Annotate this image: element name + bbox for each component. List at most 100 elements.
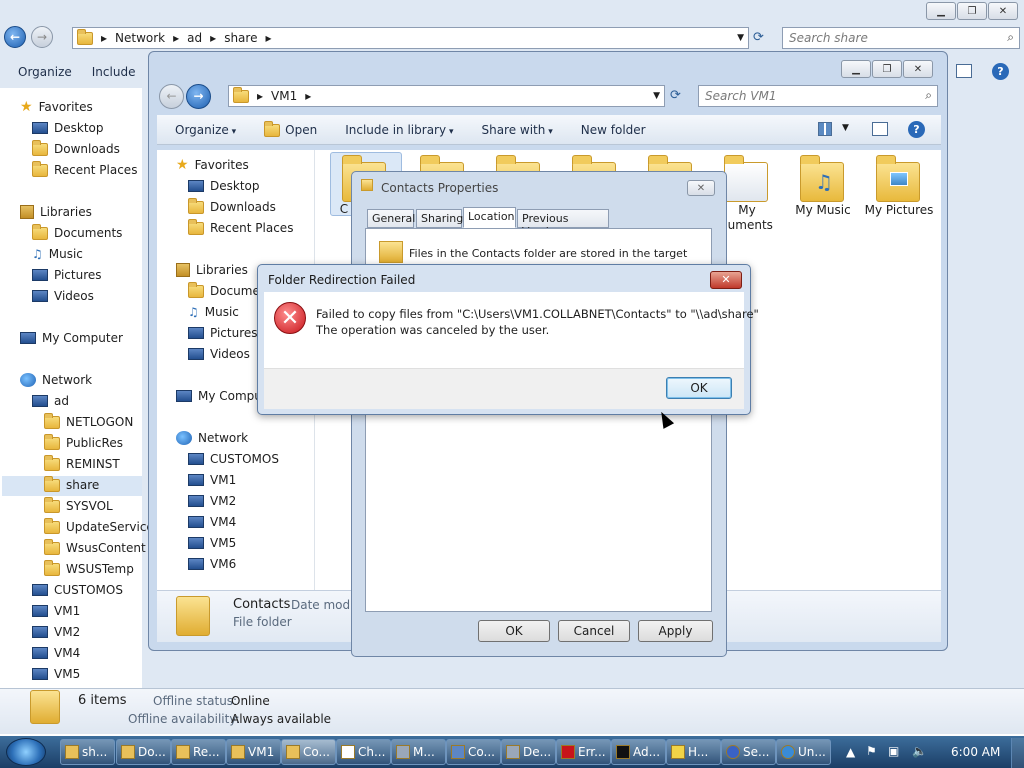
- nav-downloads[interactable]: Downloads: [210, 200, 276, 214]
- forward-icon[interactable]: →: [186, 84, 211, 109]
- preview-pane-icon[interactable]: [956, 64, 972, 78]
- nav-publicres[interactable]: PublicRes: [66, 436, 123, 450]
- task-vm1[interactable]: VM1: [226, 739, 281, 765]
- maximize-button[interactable]: ❐: [957, 2, 987, 20]
- nav-vm6[interactable]: VM6: [210, 557, 236, 571]
- task-share[interactable]: sh...: [60, 739, 115, 765]
- nav-music[interactable]: Music: [49, 247, 83, 261]
- nav-documents[interactable]: Documents: [54, 226, 122, 240]
- task-ad[interactable]: Ad...: [611, 739, 666, 765]
- nav-vm5[interactable]: VM5: [210, 536, 236, 550]
- nav-favorites[interactable]: Favorites: [39, 100, 93, 114]
- network-tray-icon[interactable]: ⚑: [866, 744, 877, 758]
- nav-vm4[interactable]: VM4: [54, 646, 80, 660]
- nav-desktop[interactable]: Desktop: [54, 121, 104, 135]
- nav-pictures[interactable]: Pictures: [54, 268, 102, 282]
- task-contacts[interactable]: Co...: [281, 739, 336, 765]
- volume-icon[interactable]: 🔈: [912, 744, 927, 758]
- start-button[interactable]: [6, 738, 46, 766]
- maximize-button[interactable]: ❐: [872, 60, 902, 78]
- help-icon[interactable]: ?: [908, 121, 925, 138]
- minimize-button[interactable]: ▁: [841, 60, 871, 78]
- tab-previous-versions[interactable]: Previous Versions: [517, 209, 609, 238]
- my-pictures-folder-label[interactable]: My Pictures: [854, 203, 944, 217]
- nav-network[interactable]: Network: [42, 373, 92, 387]
- nav-netlogon[interactable]: NETLOGON: [66, 415, 133, 429]
- properties-ok-button[interactable]: OK: [478, 620, 550, 642]
- include-menu[interactable]: Include: [92, 65, 136, 79]
- action-center-icon[interactable]: ▣: [888, 744, 899, 758]
- nav-desktop[interactable]: Desktop: [210, 179, 260, 193]
- nav-libraries[interactable]: Libraries: [196, 263, 248, 277]
- nav-vm2[interactable]: VM2: [54, 625, 80, 639]
- nav-customos[interactable]: CUSTOMOS: [210, 452, 279, 466]
- new-folder-button[interactable]: New folder: [581, 123, 646, 137]
- nav-recent-places[interactable]: Recent Places: [210, 221, 293, 235]
- refresh-icon[interactable]: ⟳: [670, 88, 681, 103]
- nav-network[interactable]: Network: [198, 431, 248, 445]
- task-recent[interactable]: Re...: [171, 739, 226, 765]
- share-with-menu[interactable]: Share with: [481, 123, 552, 137]
- task-m[interactable]: M...: [391, 739, 446, 765]
- view-dropdown-icon[interactable]: ▼: [842, 123, 849, 133]
- task-documents[interactable]: Do...: [116, 739, 171, 765]
- address-dropdown-icon[interactable]: ▼: [653, 91, 660, 101]
- nav-updateservices[interactable]: UpdateServices: [66, 520, 160, 534]
- nav-wsustemp[interactable]: WSUSTemp: [66, 562, 134, 576]
- nav-ad[interactable]: ad: [54, 394, 69, 408]
- organize-menu[interactable]: Organize: [175, 123, 236, 137]
- forward-icon[interactable]: →: [31, 26, 53, 48]
- task-de[interactable]: De...: [501, 739, 556, 765]
- nav-sysvol[interactable]: SYSVOL: [66, 499, 113, 513]
- back-icon[interactable]: ←: [159, 84, 184, 109]
- task-se[interactable]: Se...: [721, 739, 776, 765]
- search-input[interactable]: Search VM1 ⌕: [698, 85, 938, 107]
- nav-reminst[interactable]: REMINST: [66, 457, 120, 471]
- tab-sharing[interactable]: Sharing: [416, 209, 463, 228]
- nav-wsuscontent[interactable]: WsusContent: [66, 541, 146, 555]
- clock[interactable]: 6:00 AM: [951, 745, 1000, 759]
- nav-vm1[interactable]: VM1: [210, 473, 236, 487]
- nav-pictures[interactable]: Pictures: [210, 326, 258, 340]
- task-co[interactable]: Co...: [446, 739, 501, 765]
- crumb-ad[interactable]: ad: [187, 31, 202, 45]
- address-bar[interactable]: ▸ VM1 ▸ ▼: [228, 85, 665, 107]
- tab-location[interactable]: Location: [463, 207, 516, 228]
- show-hidden-icons-icon[interactable]: ▲: [846, 745, 855, 759]
- properties-apply-button[interactable]: Apply: [638, 620, 713, 642]
- crumb-network[interactable]: Network: [115, 31, 165, 45]
- nav-my-computer[interactable]: My Compu: [198, 389, 262, 403]
- show-desktop-button[interactable]: [1011, 738, 1024, 768]
- nav-vm4[interactable]: VM4: [210, 515, 236, 529]
- address-dropdown-icon[interactable]: ▼: [737, 33, 744, 43]
- properties-cancel-button[interactable]: Cancel: [558, 620, 630, 642]
- nav-recent-places[interactable]: Recent Places: [54, 163, 137, 177]
- nav-libraries[interactable]: Libraries: [40, 205, 92, 219]
- nav-videos[interactable]: Videos: [210, 347, 250, 361]
- view-options-icon[interactable]: [818, 122, 832, 136]
- task-error[interactable]: Err...: [556, 739, 611, 765]
- close-button[interactable]: ✕: [710, 271, 742, 289]
- error-ok-button[interactable]: OK: [666, 377, 732, 399]
- back-icon[interactable]: ←: [4, 26, 26, 48]
- nav-videos[interactable]: Videos: [54, 289, 94, 303]
- nav-favorites[interactable]: Favorites: [195, 158, 249, 172]
- tab-general[interactable]: General: [367, 209, 415, 228]
- nav-vm2[interactable]: VM2: [210, 494, 236, 508]
- my-documents-folder-icon[interactable]: [724, 155, 768, 202]
- task-ch[interactable]: Ch...: [336, 739, 391, 765]
- close-button[interactable]: ✕: [687, 180, 715, 196]
- nav-vm1[interactable]: VM1: [54, 604, 80, 618]
- refresh-icon[interactable]: ⟳: [753, 30, 764, 45]
- close-button[interactable]: ✕: [903, 60, 933, 78]
- minimize-button[interactable]: ▁: [926, 2, 956, 20]
- nav-customos[interactable]: CUSTOMOS: [54, 583, 123, 597]
- nav-downloads[interactable]: Downloads: [54, 142, 120, 156]
- nav-music[interactable]: Music: [205, 305, 239, 319]
- task-un[interactable]: Un...: [776, 739, 831, 765]
- nav-my-computer[interactable]: My Computer: [42, 331, 123, 345]
- nav-vm5[interactable]: VM5: [54, 667, 80, 681]
- open-button[interactable]: Open: [264, 120, 317, 137]
- address-bar[interactable]: ▸ Network ▸ ad ▸ share ▸ ▼: [72, 27, 749, 49]
- task-h[interactable]: H...: [666, 739, 721, 765]
